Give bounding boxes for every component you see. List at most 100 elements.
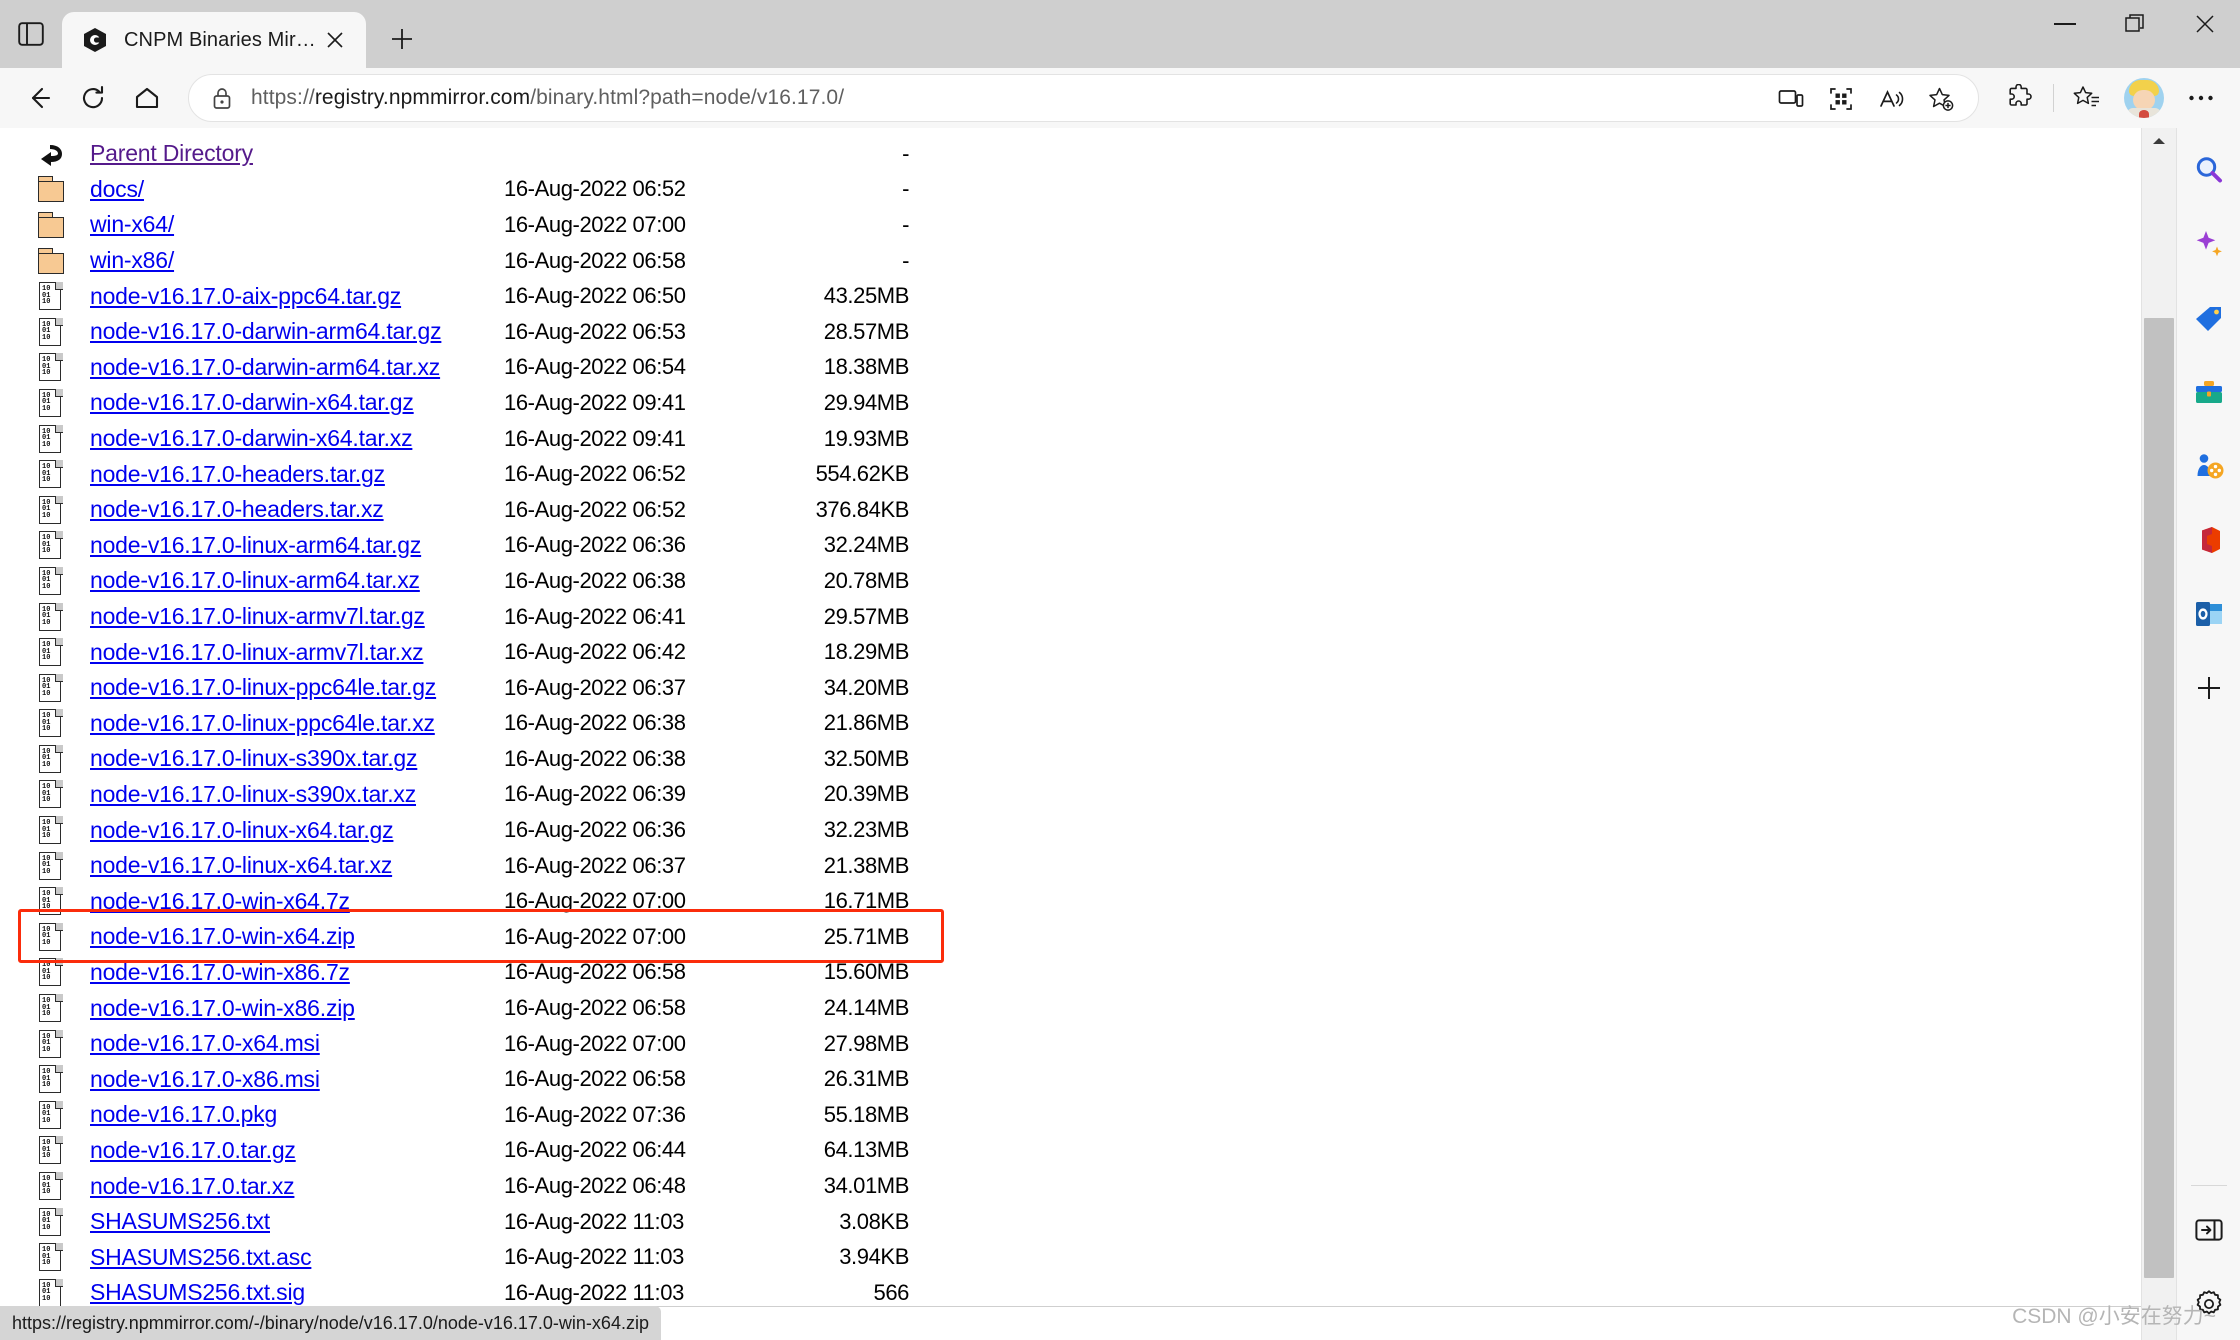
row-date-cell: 16-Aug-2022 06:58: [504, 1066, 686, 1092]
sidebar-copilot-icon[interactable]: [2185, 220, 2233, 268]
close-window-button[interactable]: [2170, 0, 2240, 48]
directory-row[interactable]: 10 01 10 node-v16.17.0-win-x64.7z 16-Aug-202…: [0, 883, 909, 919]
file-link[interactable]: node-v16.17.0-win-x64.zip: [90, 923, 355, 949]
add-favorite-icon[interactable]: [1916, 78, 1966, 120]
file-link[interactable]: node-v16.17.0-linux-s390x.tar.gz: [90, 745, 418, 771]
sidebar-games-icon[interactable]: [2185, 442, 2233, 490]
directory-row[interactable]: 10 01 10 node-v16.17.0-linux-armv7l.tar.gz 1…: [0, 599, 909, 635]
home-button[interactable]: [120, 71, 174, 125]
sidebar-search-icon[interactable]: [2185, 146, 2233, 194]
sidebar-tools-icon[interactable]: [2185, 368, 2233, 416]
refresh-button[interactable]: [66, 71, 120, 125]
file-link[interactable]: node-v16.17.0-win-x86.7z: [90, 959, 350, 985]
file-link[interactable]: SHASUMS256.txt.asc: [90, 1244, 312, 1270]
file-link[interactable]: node-v16.17.0-linux-x64.tar.xz: [90, 852, 392, 878]
directory-row[interactable]: docs/16-Aug-2022 06:52 -: [0, 172, 909, 208]
directory-row[interactable]: 10 01 10 node-v16.17.0-linux-arm64.tar.gz 16…: [0, 528, 909, 564]
directory-row[interactable]: 10 01 10 node-v16.17.0-linux-x64.tar.xz 16-A…: [0, 848, 909, 884]
file-link[interactable]: node-v16.17.0-linux-arm64.tar.gz: [90, 532, 421, 558]
directory-row[interactable]: 10 01 10 node-v16.17.0-linux-armv7l.tar.xz 1…: [0, 634, 909, 670]
file-link[interactable]: node-v16.17.0-linux-arm64.tar.xz: [90, 567, 420, 593]
address-bar[interactable]: https://registry.npmmirror.com/binary.ht…: [188, 74, 1979, 122]
directory-row[interactable]: 10 01 10 node-v16.17.0-win-x86.zip 16-Aug-20…: [0, 990, 909, 1026]
directory-row[interactable]: 10 01 10 node-v16.17.0.pkg 16-Aug-2022 07:36…: [0, 1097, 909, 1133]
sidebar-outlook-icon[interactable]: [2185, 590, 2233, 638]
file-link[interactable]: win-x86/: [90, 247, 174, 273]
directory-row[interactable]: 10 01 10 node-v16.17.0-darwin-arm64.tar.gz 1…: [0, 314, 909, 350]
new-tab-button[interactable]: [376, 13, 428, 65]
scrollbar-thumb[interactable]: [2144, 318, 2174, 1278]
directory-row[interactable]: 10 01 10 node-v16.17.0-linux-s390x.tar.gz 16…: [0, 741, 909, 777]
directory-row[interactable]: 10 01 10 SHASUMS256.txt 16-Aug-2022 11:03 3.0…: [0, 1204, 909, 1240]
file-link[interactable]: docs/: [90, 176, 144, 202]
file-link[interactable]: Parent Directory: [90, 140, 253, 166]
directory-row[interactable]: 10 01 10 node-v16.17.0-win-x64.zip 16-Aug-20…: [0, 919, 909, 955]
file-link[interactable]: node-v16.17.0-x86.msi: [90, 1066, 320, 1092]
directory-row[interactable]: 10 01 10 node-v16.17.0-linux-x64.tar.gz 16-A…: [0, 812, 909, 848]
directory-row[interactable]: 10 01 10 node-v16.17.0.tar.gz 16-Aug-2022 06…: [0, 1133, 909, 1169]
directory-row[interactable]: 10 01 10 node-v16.17.0-headers.tar.xz 16-Aug…: [0, 492, 909, 528]
file-link[interactable]: SHASUMS256.txt: [90, 1208, 270, 1234]
sidebar-office-icon[interactable]: [2185, 516, 2233, 564]
directory-row[interactable]: 10 01 10 node-v16.17.0-linux-ppc64le.tar.gz…: [0, 670, 909, 706]
file-link[interactable]: node-v16.17.0-linux-armv7l.tar.gz: [90, 603, 425, 629]
file-link[interactable]: node-v16.17.0.pkg: [90, 1101, 277, 1127]
sidebar-shopping-icon[interactable]: [2185, 294, 2233, 342]
directory-row[interactable]: 10 01 10 node-v16.17.0-win-x86.7z 16-Aug-202…: [0, 955, 909, 991]
file-link[interactable]: node-v16.17.0.tar.xz: [90, 1173, 295, 1199]
file-link[interactable]: node-v16.17.0-linux-ppc64le.tar.gz: [90, 674, 436, 700]
split-screen-icon[interactable]: [1816, 78, 1866, 120]
directory-row[interactable]: 10 01 10 node-v16.17.0-aix-ppc64.tar.gz 16-A…: [0, 278, 909, 314]
file-link[interactable]: node-v16.17.0-linux-armv7l.tar.xz: [90, 639, 424, 665]
file-link[interactable]: SHASUMS256.txt.sig: [90, 1279, 305, 1305]
sidebar-expand-icon[interactable]: [2185, 1206, 2233, 1254]
file-link[interactable]: node-v16.17.0-headers.tar.xz: [90, 496, 384, 522]
file-link[interactable]: win-x64/: [90, 211, 174, 237]
settings-more-icon[interactable]: [2174, 71, 2228, 125]
read-aloud-icon[interactable]: [1866, 78, 1916, 120]
directory-row[interactable]: 10 01 10 node-v16.17.0-linux-arm64.tar.xz 16…: [0, 563, 909, 599]
file-link[interactable]: node-v16.17.0-win-x86.zip: [90, 995, 355, 1021]
scroll-up-arrow-icon[interactable]: [2142, 128, 2176, 154]
file-link[interactable]: node-v16.17.0.tar.gz: [90, 1137, 296, 1163]
back-button[interactable]: [12, 71, 66, 125]
file-link[interactable]: node-v16.17.0-darwin-arm64.tar.gz: [90, 318, 442, 344]
directory-row[interactable]: 10 01 10 node-v16.17.0-linux-s390x.tar.xz 16…: [0, 777, 909, 813]
directory-row[interactable]: 10 01 10 node-v16.17.0-x86.msi 16-Aug-2022 0…: [0, 1061, 909, 1097]
directory-row[interactable]: 10 01 10 node-v16.17.0.tar.xz 16-Aug-2022 06…: [0, 1168, 909, 1204]
profile-avatar[interactable]: [2124, 78, 2164, 118]
directory-row[interactable]: Parent Directory -: [0, 136, 909, 172]
file-link[interactable]: node-v16.17.0-x64.msi: [90, 1030, 320, 1056]
browser-tab[interactable]: CNPM Binaries Mirror: [62, 12, 366, 68]
extensions-icon[interactable]: [1993, 71, 2047, 125]
close-tab-icon[interactable]: [318, 23, 352, 57]
vertical-scrollbar[interactable]: [2141, 128, 2176, 1340]
file-link[interactable]: node-v16.17.0-aix-ppc64.tar.gz: [90, 283, 401, 309]
directory-row[interactable]: win-x86/16-Aug-2022 06:58 -: [0, 243, 909, 279]
tab-actions-button[interactable]: [0, 0, 62, 68]
file-link[interactable]: node-v16.17.0-darwin-arm64.tar.xz: [90, 354, 440, 380]
row-icon-cell: 10 01 10: [0, 851, 74, 880]
directory-row[interactable]: 10 01 10 SHASUMS256.txt.asc 16-Aug-2022 11:0…: [0, 1239, 909, 1275]
file-link[interactable]: node-v16.17.0-linux-x64.tar.gz: [90, 817, 394, 843]
cast-to-device-icon[interactable]: [1766, 78, 1816, 120]
maximize-restore-button[interactable]: [2100, 0, 2170, 48]
minimize-button[interactable]: [2030, 0, 2100, 48]
file-link[interactable]: node-v16.17.0-win-x64.7z: [90, 888, 350, 914]
directory-row[interactable]: 10 01 10 node-v16.17.0-linux-ppc64le.tar.xz…: [0, 706, 909, 742]
file-link[interactable]: node-v16.17.0-headers.tar.gz: [90, 461, 385, 487]
file-link[interactable]: node-v16.17.0-linux-s390x.tar.xz: [90, 781, 416, 807]
file-link[interactable]: node-v16.17.0-darwin-x64.tar.xz: [90, 425, 413, 451]
sidebar-add-icon[interactable]: [2185, 664, 2233, 712]
directory-row[interactable]: 10 01 10 node-v16.17.0-darwin-x64.tar.gz 16-…: [0, 385, 909, 421]
directory-row[interactable]: win-x64/16-Aug-2022 07:00 -: [0, 207, 909, 243]
lock-icon[interactable]: [207, 83, 237, 113]
file-link[interactable]: node-v16.17.0-linux-ppc64le.tar.xz: [90, 710, 435, 736]
directory-row[interactable]: 10 01 10 node-v16.17.0-darwin-arm64.tar.xz 1…: [0, 350, 909, 386]
collections-icon[interactable]: [2060, 71, 2114, 125]
file-link[interactable]: node-v16.17.0-darwin-x64.tar.gz: [90, 389, 414, 415]
url-text[interactable]: https://registry.npmmirror.com/binary.ht…: [251, 86, 844, 110]
directory-row[interactable]: 10 01 10 node-v16.17.0-darwin-x64.tar.xz 16-…: [0, 421, 909, 457]
directory-row[interactable]: 10 01 10 node-v16.17.0-x64.msi 16-Aug-2022 0…: [0, 1026, 909, 1062]
directory-row[interactable]: 10 01 10 node-v16.17.0-headers.tar.gz 16-Aug…: [0, 456, 909, 492]
